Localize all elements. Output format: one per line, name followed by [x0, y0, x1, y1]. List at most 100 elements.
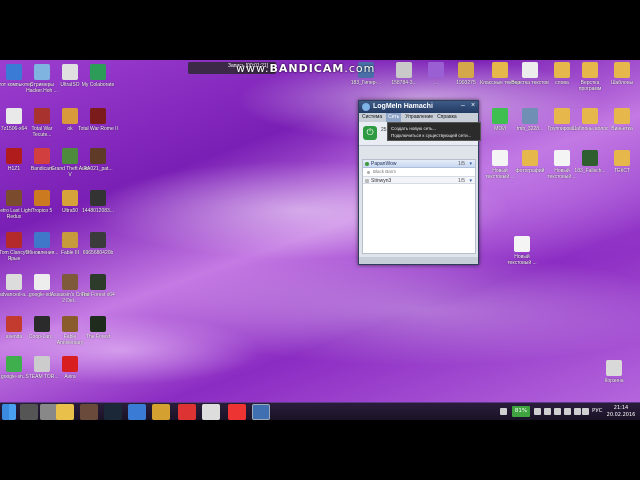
tropico-icon	[34, 190, 50, 206]
desktop-icon-vinetka[interactable]: Виньетка	[602, 108, 640, 138]
search-icon[interactable]	[20, 404, 38, 420]
desktop-icon-recycle[interactable]: Корзина	[594, 360, 634, 390]
desktop-icon-label: 6965680420b	[82, 250, 114, 256]
battery-indicator[interactable]: 81%	[512, 406, 530, 417]
network-count: 1/5	[458, 178, 465, 184]
kanal-icon	[34, 64, 50, 80]
network-list: PapanWow 1/5 ▾ Black Barrs Stinwyn3 1/5 …	[362, 159, 476, 254]
groups-icon	[554, 108, 570, 124]
fableann-icon	[62, 316, 78, 332]
file-explorer-icon[interactable]	[56, 404, 74, 420]
yandex-browser-icon[interactable]	[228, 404, 246, 420]
peer-status-icon	[367, 170, 370, 174]
desktop-icon-img6965[interactable]: 6965680420b	[78, 232, 118, 262]
peer-row[interactable]: Black Barrs	[363, 168, 475, 176]
text-icon	[614, 150, 630, 166]
fable3-icon	[62, 232, 78, 248]
desktop-icon-label: Виньетка	[611, 126, 633, 132]
chevron-down-icon[interactable]: ▾	[469, 160, 472, 168]
img1448-icon	[90, 190, 106, 206]
tray-app-icon[interactable]	[554, 408, 561, 415]
network-count: 1/5	[458, 161, 465, 167]
offline-status-icon	[365, 179, 369, 183]
network-row[interactable]: PapanWow 1/5 ▾	[363, 160, 475, 168]
minimize-icon[interactable]: –	[461, 102, 465, 109]
icon-7z-icon	[6, 108, 22, 124]
recycle-icon	[606, 360, 622, 376]
menu-item-create-network[interactable]: Создать новую сеть...	[391, 125, 477, 132]
app-icon[interactable]	[128, 404, 146, 420]
start-button[interactable]	[2, 404, 16, 420]
newtext3-icon	[514, 236, 530, 252]
desktop-icon-avira[interactable]: Avira	[50, 356, 90, 386]
metro-icon	[6, 190, 22, 206]
watermark-brand: BANDICAM	[269, 62, 345, 75]
desktop-icon-label: RA021_pat...	[83, 166, 113, 172]
menu-item-system[interactable]: Система	[362, 113, 382, 122]
newtext2-icon	[554, 150, 570, 166]
mycolaborate-icon	[90, 64, 106, 80]
totalwar-icon	[90, 108, 106, 124]
forest2-icon	[90, 316, 106, 332]
words-icon	[554, 62, 570, 78]
network-dropdown-menu: Создать новую сеть... Подключиться к сущ…	[387, 122, 481, 141]
menu-item-manage[interactable]: Управление	[405, 113, 433, 122]
img1993-icon	[458, 62, 474, 78]
desktop-icon-label: 183_Гипер-...	[350, 80, 382, 86]
media-icon[interactable]	[178, 404, 196, 420]
gta-icon	[62, 148, 78, 164]
watermark-prefix: www.	[236, 62, 270, 75]
language-indicator[interactable]: РУС	[592, 408, 603, 414]
tray-app-icon[interactable]	[564, 408, 571, 415]
steam-icon[interactable]	[104, 404, 122, 420]
folder-classic-icon	[492, 62, 508, 78]
clock-date: 20.02.2016	[606, 411, 636, 418]
hamachi-taskbar-icon[interactable]	[252, 404, 270, 420]
menu-item-network[interactable]: Сеть	[386, 113, 402, 122]
desktop-icon-ra021[interactable]: RA021_pat...	[78, 148, 118, 178]
window-titlebar[interactable]: LogMeIn Hamachi – ×	[359, 101, 478, 113]
desktop-icon-label: ТЕКСТ	[614, 168, 630, 174]
app-icon[interactable]	[152, 404, 170, 420]
moi-icon	[492, 108, 508, 124]
desktop-icon-forest2[interactable]: The Forest	[78, 316, 118, 346]
tom-icon	[6, 232, 22, 248]
network-name: PapanWow	[371, 161, 397, 167]
game-icon[interactable]	[80, 404, 98, 420]
close-icon[interactable]: ×	[471, 102, 475, 109]
desktop[interactable]: Этот компьютерСтримеры Hacker.Hoh ...Ult…	[0, 60, 640, 402]
volume-icon[interactable]	[582, 408, 589, 415]
upd-icon	[34, 232, 50, 248]
avenda-icon	[6, 316, 22, 332]
tray-app-icon[interactable]	[534, 408, 541, 415]
advanced-icon	[6, 274, 22, 290]
clock[interactable]: 21:14 20.02.2016	[606, 405, 636, 418]
desktop-icon-schools[interactable]: Шаблоны	[602, 62, 640, 92]
desktop-icon-img1448[interactable]: 1448012083...	[78, 190, 118, 220]
hamachi-window[interactable]: LogMeIn Hamachi – × Система Сеть Управле…	[358, 100, 481, 265]
tray-app-icon[interactable]	[544, 408, 551, 415]
desktop-icon-label: Total War Rome II	[78, 126, 118, 132]
desktop-icon-label: Корзина	[604, 378, 624, 384]
desktop-icon-forest1[interactable]: The Forest x64	[78, 274, 118, 304]
programs-icon	[582, 62, 598, 78]
desktop-icon-newtext3[interactable]: Новый текстовый ...	[502, 236, 542, 266]
power-button[interactable]: ⏻	[363, 126, 377, 140]
menu-item-join-network[interactable]: Подключиться к существующей сети...	[391, 132, 477, 139]
desktop-icon-mycolaborate[interactable]: My Colaborate	[78, 64, 118, 94]
app-icon[interactable]	[202, 404, 220, 420]
desktop-icon-text[interactable]: ТЕКСТ	[602, 150, 640, 180]
letterbox-bottom	[0, 420, 640, 480]
letterbox-top	[0, 0, 640, 60]
steam-icon	[34, 356, 50, 372]
menu-item-help[interactable]: Справка	[437, 113, 457, 122]
network-row[interactable]: Stinwyn3 1/5 ▾	[363, 176, 475, 184]
peer-name: Black Barrs	[373, 169, 397, 174]
img1581-icon	[396, 62, 412, 78]
chevron-down-icon[interactable]: ▾	[469, 177, 472, 185]
desktop-icon-totalwar[interactable]: Total War Rome II	[78, 108, 118, 138]
fallschr-icon	[582, 150, 598, 166]
ok-icon	[62, 108, 78, 124]
network-icon[interactable]	[574, 408, 581, 415]
tray-arrow-icon[interactable]	[500, 408, 507, 415]
